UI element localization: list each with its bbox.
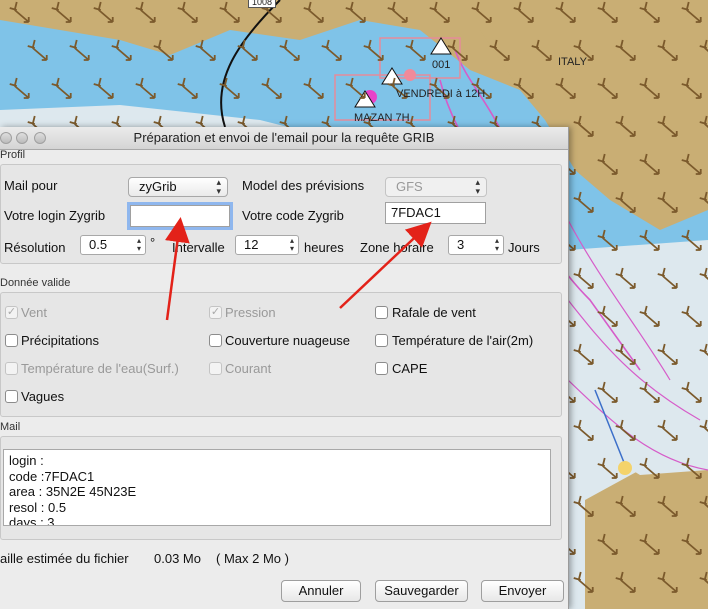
- couverture-label: Couverture nuageuse: [225, 333, 351, 348]
- map-label-mazan: MAZAN 7H: [354, 112, 410, 124]
- file-size-max: ( Max 2 Mo ): [216, 551, 289, 566]
- mail-pour-select[interactable]: zyGrib ▴ ▾: [128, 177, 228, 197]
- mail-pour-label: Mail pour: [4, 178, 58, 193]
- cape-checkbox[interactable]: [375, 362, 388, 375]
- pression-checkbox[interactable]: ✓: [209, 306, 222, 319]
- updown-arrows-icon: ▴ ▾: [475, 177, 480, 196]
- resolution-unit: °: [150, 235, 156, 250]
- intervalle-stepper[interactable]: 12 ▴ ▾: [235, 235, 299, 255]
- couverture-checkbox[interactable]: [209, 334, 222, 347]
- donnee-section: [0, 292, 562, 417]
- precip-checkbox[interactable]: [5, 334, 18, 347]
- resolution-label: Résolution: [4, 240, 66, 255]
- section-profil-title: Profil: [0, 149, 26, 161]
- rafale-label: Rafale de vent: [392, 305, 476, 320]
- resolution-value: 0.5: [89, 237, 108, 252]
- courant-label: Courant: [225, 361, 272, 376]
- vent-checkbox[interactable]: ✓: [5, 306, 18, 319]
- precip-label: Précipitations: [21, 333, 100, 348]
- zone-label: Zone horaire: [360, 240, 434, 255]
- stepper-arrows-icon[interactable]: ▴ ▾: [137, 237, 141, 253]
- zone-value: 3: [457, 237, 465, 252]
- map-label-waypoint: 001: [432, 59, 451, 71]
- cape-label: CAPE: [392, 361, 428, 376]
- temp-air-checkbox[interactable]: [375, 334, 388, 347]
- file-size-label: aille estimée du fichier: [0, 551, 129, 566]
- mail-line: resol : 0.5: [9, 499, 67, 515]
- close-window-icon[interactable]: [0, 132, 12, 144]
- intervalle-unit: heures: [304, 240, 344, 255]
- resolution-stepper[interactable]: 0.5 ▴ ▾: [80, 235, 146, 255]
- mail-line: login :: [9, 453, 44, 468]
- code-label: Votre code Zygrib: [242, 208, 344, 223]
- section-donnee-title: Donnée valide: [0, 277, 71, 289]
- temp-air-label: Température de l'air(2m): [392, 333, 534, 348]
- vagues-label: Vagues: [21, 389, 65, 404]
- rafale-checkbox[interactable]: [375, 306, 388, 319]
- zone-unit: Jours: [508, 240, 540, 255]
- map-label-italy: ITALY: [558, 56, 587, 68]
- mail-line: days : 3: [9, 515, 55, 526]
- model-select[interactable]: GFS ▴ ▾: [385, 177, 487, 197]
- dialog-title: Préparation et envoi de l'email pour la …: [133, 130, 435, 145]
- model-label: Model des prévisions: [242, 178, 365, 193]
- minimize-window-icon[interactable]: [16, 132, 28, 144]
- section-mail-title: Mail: [0, 421, 21, 433]
- intervalle-value: 12: [244, 237, 259, 252]
- dialog-titlebar[interactable]: Préparation et envoi de l'email pour la …: [0, 127, 568, 150]
- road-number: 1008: [248, 0, 277, 8]
- stepper-arrows-icon[interactable]: ▴ ▾: [290, 237, 294, 253]
- login-input[interactable]: [130, 205, 230, 227]
- grib-request-dialog: Préparation et envoi de l'email pour la …: [0, 127, 569, 609]
- temp-eau-label: Température de l'eau(Surf.): [21, 361, 179, 376]
- mail-pour-value: zyGrib: [139, 179, 177, 194]
- waypoint-marker-icon[interactable]: [404, 69, 416, 81]
- login-label: Votre login Zygrib: [4, 208, 106, 223]
- mail-body-textarea[interactable]: login : code :7FDAC1 area : 35N2E 45N23E…: [3, 449, 551, 526]
- vent-label: Vent: [21, 305, 48, 320]
- pression-label: Pression: [225, 305, 276, 320]
- intervalle-label: Intervalle: [172, 240, 225, 255]
- stepper-arrows-icon[interactable]: ▴ ▾: [495, 237, 499, 253]
- target-marker-icon[interactable]: [618, 461, 632, 475]
- mail-line: code :7FDAC1: [9, 468, 95, 484]
- map-label-vendredi: VENDREDI à 12H: [396, 88, 486, 100]
- send-button[interactable]: Envoyer: [481, 580, 564, 602]
- updown-arrows-icon: ▴ ▾: [216, 177, 221, 196]
- vagues-checkbox[interactable]: [5, 390, 18, 403]
- code-input[interactable]: 7FDAC1: [385, 202, 486, 224]
- temp-eau-checkbox[interactable]: [5, 362, 18, 375]
- cancel-button[interactable]: Annuler: [281, 580, 361, 602]
- mail-line: area : 35N2E 45N23E: [9, 484, 137, 499]
- model-value: GFS: [396, 179, 423, 194]
- file-size-value: 0.03 Mo: [154, 551, 201, 566]
- save-button[interactable]: Sauvegarder: [375, 580, 468, 602]
- courant-checkbox[interactable]: [209, 362, 222, 375]
- zoom-window-icon[interactable]: [34, 132, 46, 144]
- zone-stepper[interactable]: 3 ▴ ▾: [448, 235, 504, 255]
